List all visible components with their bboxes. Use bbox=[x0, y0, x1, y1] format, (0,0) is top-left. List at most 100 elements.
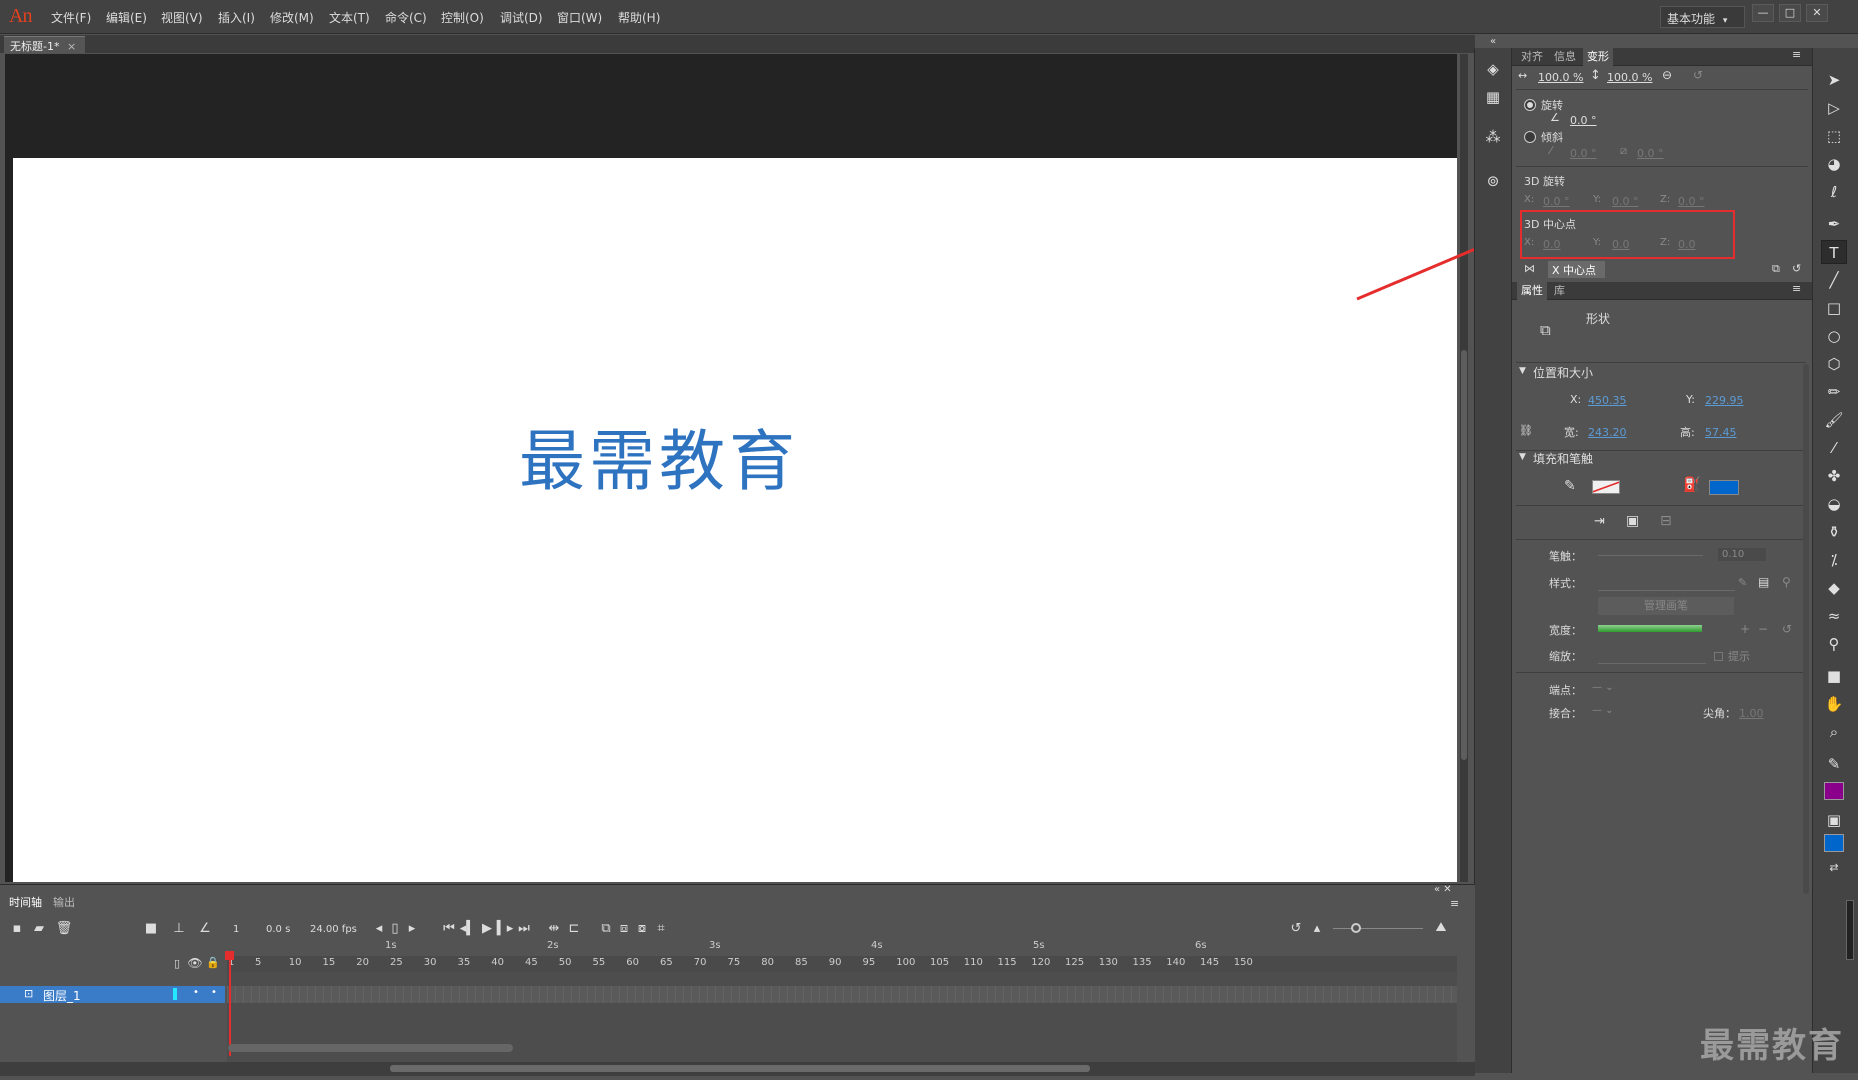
height-value[interactable]: 57.45 bbox=[1705, 426, 1737, 439]
x-value[interactable]: 450.35 bbox=[1588, 394, 1627, 407]
tab-info[interactable]: 信息 bbox=[1550, 48, 1580, 66]
maximize-button[interactable]: □ bbox=[1779, 4, 1801, 22]
center-frame-icon[interactable]: ⊏ bbox=[565, 921, 583, 936]
parent-view-icon[interactable]: ⊥ bbox=[170, 921, 188, 936]
hint-checkbox[interactable] bbox=[1714, 652, 1723, 661]
skew-radio[interactable] bbox=[1524, 131, 1536, 143]
modify-markers-icon[interactable]: ⌗ bbox=[652, 921, 670, 936]
onion-outline-icon[interactable]: ⧈ bbox=[615, 921, 633, 936]
stroke-options-icon[interactable]: ⊟ bbox=[1660, 513, 1672, 529]
layer-name[interactable]: 图层_1 bbox=[43, 987, 81, 1004]
collapse-panel-icon[interactable]: « bbox=[1483, 36, 1503, 54]
tab-transform[interactable]: 变形 bbox=[1583, 48, 1613, 66]
width-profile-preview[interactable] bbox=[1598, 625, 1702, 632]
stage-canvas[interactable] bbox=[13, 158, 1457, 882]
components-icon[interactable]: ▦ bbox=[1483, 88, 1503, 106]
brush-tool-icon[interactable]: ⁄ bbox=[1821, 436, 1847, 460]
copy-transform-icon[interactable]: ⧉ bbox=[1772, 262, 1780, 276]
paint-bucket-tool-icon[interactable]: ◒ bbox=[1821, 492, 1847, 516]
onion-skin-icon[interactable]: ⧉ bbox=[597, 921, 615, 936]
chevron-down-icon[interactable]: ▼ bbox=[1519, 452, 1526, 462]
line-tool-icon[interactable]: ╱ bbox=[1821, 268, 1847, 292]
zoom-slider-thumb[interactable] bbox=[1351, 923, 1361, 933]
subselection-tool-icon[interactable]: ▷ bbox=[1821, 96, 1847, 120]
scale-dropdown[interactable] bbox=[1598, 648, 1706, 664]
highlight-layers-icon[interactable]: ▯ bbox=[168, 957, 186, 970]
scale-width-value[interactable]: 100.0 % bbox=[1538, 71, 1583, 84]
lasso-tool-icon[interactable]: ℓ bbox=[1821, 180, 1847, 204]
swap-colors-icon[interactable]: ⇄ bbox=[1821, 856, 1847, 880]
zoom-slider-track[interactable] bbox=[1333, 928, 1423, 929]
zoom-out-icon[interactable]: ▴ bbox=[1308, 921, 1326, 936]
free-transform-tool-icon[interactable]: ⬚ bbox=[1821, 124, 1847, 148]
width-value[interactable]: 243.20 bbox=[1588, 426, 1627, 439]
layer-visible-dot[interactable]: • bbox=[193, 987, 199, 998]
close-icon[interactable]: × bbox=[67, 40, 76, 53]
go-last-frame-icon[interactable]: ⏭ bbox=[515, 921, 533, 936]
panel-menu-icon[interactable]: ≡ bbox=[1450, 897, 1459, 910]
polystar-tool-icon[interactable]: ⬡ bbox=[1821, 352, 1847, 376]
step-forward-icon[interactable]: ▍▸ bbox=[496, 921, 514, 936]
rotate-3d-x[interactable]: 0.0 ° bbox=[1543, 195, 1570, 208]
eyedropper-tool-icon[interactable]: ⁒ bbox=[1821, 548, 1847, 572]
bone-tool-icon[interactable]: ✤ bbox=[1821, 464, 1847, 488]
center-3d-y[interactable]: 0.0 bbox=[1612, 238, 1630, 251]
menu-modify[interactable]: 修改(M) bbox=[270, 9, 314, 26]
constrain-icon[interactable]: ⊖ bbox=[1662, 68, 1672, 82]
properties-scrollbar[interactable] bbox=[1803, 364, 1809, 894]
position-size-header[interactable]: 位置和大小 bbox=[1533, 364, 1593, 381]
skew-h-value[interactable]: 0.0 ° bbox=[1570, 147, 1597, 160]
color-swatches-icon[interactable]: ◈ bbox=[1483, 60, 1503, 78]
new-layer-icon[interactable]: ▪ bbox=[8, 921, 26, 936]
rotate-value[interactable]: 0.0 ° bbox=[1570, 114, 1597, 127]
layer-color-marker[interactable] bbox=[173, 988, 177, 1000]
eye-icon[interactable]: 👁 bbox=[186, 956, 204, 970]
center-3d-x[interactable]: 0.0 bbox=[1543, 238, 1561, 251]
minimize-button[interactable]: — bbox=[1752, 4, 1774, 22]
fill-color-well[interactable] bbox=[1824, 782, 1844, 800]
layer-frames[interactable] bbox=[227, 986, 1457, 1003]
panel-menu-icon[interactable]: ≡ bbox=[1792, 48, 1801, 61]
menu-window[interactable]: 窗口(W) bbox=[557, 9, 602, 26]
rotate-radio[interactable] bbox=[1524, 99, 1536, 111]
fill-color-swatch[interactable] bbox=[1709, 480, 1739, 495]
oval-tool-icon[interactable]: ○ bbox=[1821, 324, 1847, 348]
miter-value[interactable]: 1.00 bbox=[1739, 707, 1764, 720]
workspace-switcher[interactable]: 基本功能 ▾ bbox=[1660, 6, 1745, 28]
edit-style-icon[interactable]: ✎ bbox=[1738, 576, 1747, 589]
brush-icon[interactable]: ⚲ bbox=[1782, 575, 1791, 589]
paint-brush-tool-icon[interactable]: 🖌 bbox=[1821, 408, 1847, 432]
step-back-icon[interactable]: ◂▍ bbox=[459, 921, 477, 936]
play-icon[interactable]: ▶ bbox=[478, 921, 496, 936]
lock-icon[interactable]: 🔒 bbox=[204, 956, 222, 969]
link-proportions-icon[interactable]: ⛓ bbox=[1519, 424, 1533, 437]
reset-transform-icon[interactable]: ↺ bbox=[1792, 262, 1801, 275]
graph-icon[interactable]: ∠ bbox=[196, 921, 214, 936]
undo-zoom-icon[interactable]: ↺ bbox=[1287, 921, 1305, 936]
eraser-tool-icon[interactable]: ◆ bbox=[1821, 576, 1847, 600]
frame-ruler[interactable]: 1 5 10 15 20 25 30 35 40 45 50 55 60 65 70 75 80 85 90 95 10… bbox=[227, 940, 1457, 972]
motion-presets-icon[interactable]: ⁂ bbox=[1483, 128, 1503, 146]
tab-timeline[interactable]: 时间轴 bbox=[6, 895, 45, 911]
menu-commands[interactable]: 命令(C) bbox=[385, 9, 427, 26]
menu-file[interactable]: 文件(F) bbox=[51, 9, 91, 26]
text-tool-icon[interactable]: T bbox=[1821, 240, 1847, 264]
zoom-in-icon[interactable]: ⛰ bbox=[1432, 920, 1450, 935]
current-frame[interactable]: 1 bbox=[233, 924, 239, 935]
stage-scroll-thumb[interactable] bbox=[1461, 350, 1467, 760]
close-window-button[interactable]: ✕ bbox=[1806, 4, 1828, 22]
width-tool-icon[interactable]: ≈ bbox=[1821, 604, 1847, 628]
y-value[interactable]: 229.95 bbox=[1705, 394, 1744, 407]
chevron-down-icon[interactable]: ▼ bbox=[1519, 366, 1526, 376]
brush-library-icon[interactable]: ▤ bbox=[1758, 575, 1769, 589]
tab-align[interactable]: 对齐 bbox=[1517, 48, 1547, 66]
menu-help[interactable]: 帮助(H) bbox=[618, 9, 660, 26]
current-time[interactable]: 0.0 s bbox=[266, 924, 290, 935]
panel-handle[interactable] bbox=[1846, 900, 1854, 960]
stage-text-object[interactable]: 最需教育 bbox=[519, 408, 799, 504]
skew-v-value[interactable]: 0.0 ° bbox=[1637, 147, 1664, 160]
scale-height-value[interactable]: 100.0 % bbox=[1607, 71, 1652, 84]
camera-tool-icon[interactable]: ■ bbox=[1821, 664, 1847, 688]
add-keyframe-icon[interactable]: ▯ bbox=[386, 921, 404, 936]
flip-icon[interactable]: ⋈ bbox=[1524, 262, 1535, 275]
